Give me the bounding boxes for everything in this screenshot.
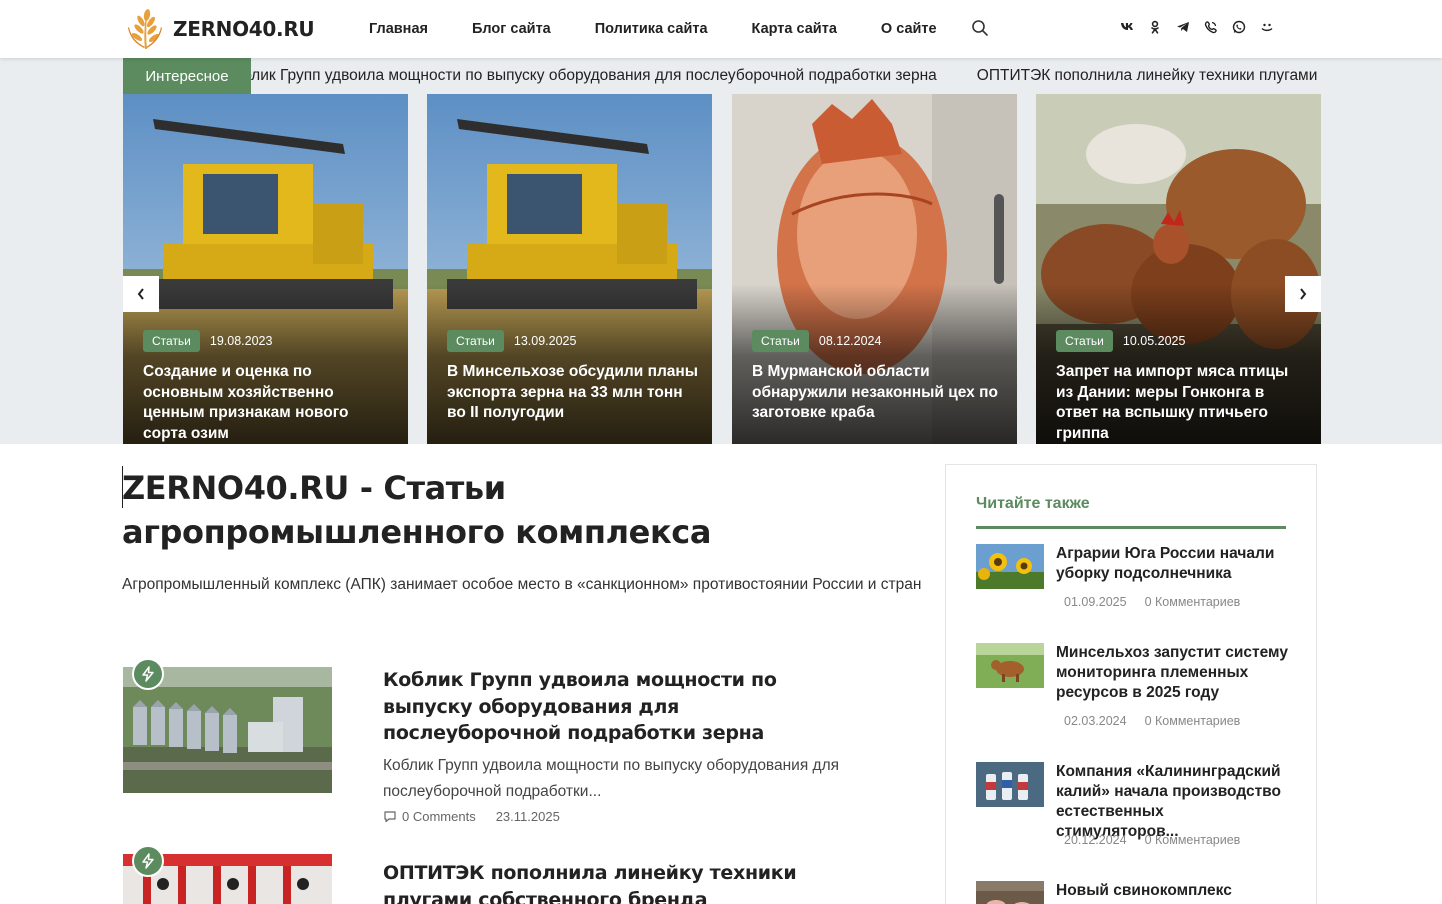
vk-icon[interactable] [1118, 18, 1136, 36]
sidebar-item-date: 02.03.2024 [1064, 714, 1127, 728]
slide-title[interactable]: Запрет на импорт мяса птицы из Дании: ме… [1056, 362, 1308, 444]
nav-item-policy[interactable]: Политика сайта [595, 21, 708, 37]
post-card: ОПТИТЭК пополнила линейку техники плугам… [123, 845, 883, 904]
lightning-icon [132, 845, 164, 877]
slide-date: 08.12.2024 [818, 334, 882, 348]
slide-date: 10.05.2025 [1122, 334, 1186, 348]
category-badge[interactable]: Статьи [1056, 330, 1113, 352]
slider-prev-button[interactable] [123, 276, 159, 312]
sidebar-image-cow [976, 643, 1044, 688]
social-links [1118, 18, 1286, 36]
category-badge[interactable]: Статьи [752, 330, 809, 352]
site-logo[interactable]: ZERNO40.RU [123, 9, 315, 49]
slide-date: 19.08.2023 [209, 334, 273, 348]
sidebar-title: Читайте также [976, 495, 1090, 512]
nav-item-home[interactable]: Главная [369, 21, 428, 37]
sidebar-image-sunflowers [976, 544, 1044, 589]
site-header: ZERNO40.RU Главная Блог сайта Политика с… [0, 0, 1442, 58]
sidebar-item-comments[interactable]: 0 Комментариев [1145, 595, 1241, 609]
nav-item-blog[interactable]: Блог сайта [472, 21, 551, 37]
nav-item-sitemap[interactable]: Карта сайта [752, 21, 837, 37]
slide-date: 13.09.2025 [513, 334, 577, 348]
slide-title[interactable]: Создание и оценка по основным хозяйствен… [143, 362, 395, 444]
post-title[interactable]: ОПТИТЭК пополнила линейку техники плугам… [383, 860, 853, 904]
slide-card[interactable]: Статьи 10.05.2025 Запрет на импорт мяса … [1036, 94, 1321, 444]
sidebar-item-title[interactable]: Минсельхоз запустит систему мониторинга … [1056, 643, 1288, 703]
ticker-label: Интересное [123, 58, 251, 94]
chevron-right-icon [1300, 288, 1307, 300]
telegram-icon[interactable] [1174, 18, 1192, 36]
sidebar-item-title[interactable]: Компания «Калининградский калий» начала … [1056, 762, 1288, 842]
sidebar-read-also: Читайте также Аграрии Юга России начали … [945, 464, 1317, 904]
moimir-icon[interactable] [1258, 18, 1276, 36]
post-date: 23.11.2025 [495, 809, 560, 824]
sidebar-item-meta: 20.12.2024 0 Комментариев [1064, 833, 1240, 847]
slide-card[interactable]: Статьи 13.09.2025 В Минсельхозе обсудили… [427, 94, 712, 444]
category-badge[interactable]: Статьи [143, 330, 200, 352]
search-icon[interactable] [971, 19, 989, 37]
news-ticker: Интересное блик Групп удвоила мощности п… [123, 58, 1321, 94]
sidebar-item-date: 01.09.2025 [1064, 595, 1127, 609]
whatsapp-icon[interactable] [1230, 18, 1248, 36]
featured-slider: Статьи 19.08.2023 Создание и оценка по о… [123, 94, 1321, 444]
sidebar-item-title[interactable]: Аграрии Юга России начали уборку подсолн… [1056, 544, 1288, 584]
slide-title[interactable]: В Минсельхозе обсудили планы экспорта зе… [447, 362, 699, 424]
viber-icon[interactable] [1202, 18, 1220, 36]
slide-card[interactable]: Статьи 08.12.2024 В Мурманской области о… [732, 94, 1017, 444]
nav-item-about[interactable]: О сайте [881, 21, 937, 37]
main-nav: Главная Блог сайта Политика сайта Карта … [369, 0, 981, 58]
category-badge[interactable]: Статьи [447, 330, 504, 352]
sidebar-item-comments[interactable]: 0 Комментариев [1145, 714, 1241, 728]
sidebar-item-title[interactable]: Новый свинокомплекс [1056, 881, 1288, 901]
post-title[interactable]: Коблик Групп удвоила мощности по выпуску… [383, 667, 853, 747]
slide-title[interactable]: В Мурманской области обнаружили незаконн… [752, 362, 1004, 424]
sidebar-thumbnail[interactable] [976, 762, 1044, 807]
sidebar-item: Минсельхоз запустит систему мониторинга … [976, 643, 1288, 743]
slider-next-button[interactable] [1285, 276, 1321, 312]
post-excerpt: Коблик Групп удвоила мощности по выпуску… [383, 757, 840, 800]
post-meta: 0 Comments 23.11.2025 [383, 809, 560, 824]
featured-band: Интересное блик Групп удвоила мощности п… [0, 58, 1442, 444]
page-intro: Агропромышленный комплекс (АПК) занимает… [122, 576, 922, 593]
page-title: ZERNO40.RU - Статьи агропромышленного ко… [122, 466, 882, 554]
lightning-icon [132, 658, 164, 690]
ticker-track: блик Групп удвоила мощности по выпуску о… [251, 58, 1321, 94]
sidebar-thumbnail[interactable] [976, 544, 1044, 589]
sidebar-item: Новый свинокомплекс [976, 881, 1288, 904]
chevron-left-icon [137, 288, 144, 300]
sidebar-image-pig-farm [976, 881, 1044, 904]
sidebar-item-meta: 02.03.2024 0 Комментариев [1064, 714, 1240, 728]
wheat-logo-icon [128, 9, 162, 49]
odnoklassniki-icon[interactable] [1146, 18, 1164, 36]
sidebar-item-comments[interactable]: 0 Комментариев [1145, 833, 1241, 847]
sidebar-thumbnail[interactable] [976, 881, 1044, 904]
ticker-item[interactable]: ОПТИТЭК пополнила линейку техники плугам… [977, 67, 1321, 84]
comment-icon [384, 811, 396, 823]
sidebar-item-meta: 01.09.2025 0 Комментариев [1064, 595, 1240, 609]
ticker-item[interactable]: блик Групп удвоила мощности по выпуску о… [251, 67, 937, 84]
sidebar-image-bottles [976, 762, 1044, 807]
post-card: Коблик Групп удвоила мощности по выпуску… [123, 658, 883, 827]
slide-card[interactable]: Статьи 19.08.2023 Создание и оценка по о… [123, 94, 408, 444]
sidebar-thumbnail[interactable] [976, 643, 1044, 688]
sidebar-item: Компания «Калининградский калий» начала … [976, 762, 1288, 862]
post-comments[interactable]: 0 Comments [402, 809, 476, 824]
sidebar-item: Аграрии Юга России начали уборку подсолн… [976, 544, 1288, 624]
sidebar-divider [976, 526, 1286, 529]
logo-text: ZERNO40.RU [173, 17, 315, 41]
sidebar-item-date: 20.12.2024 [1064, 833, 1127, 847]
